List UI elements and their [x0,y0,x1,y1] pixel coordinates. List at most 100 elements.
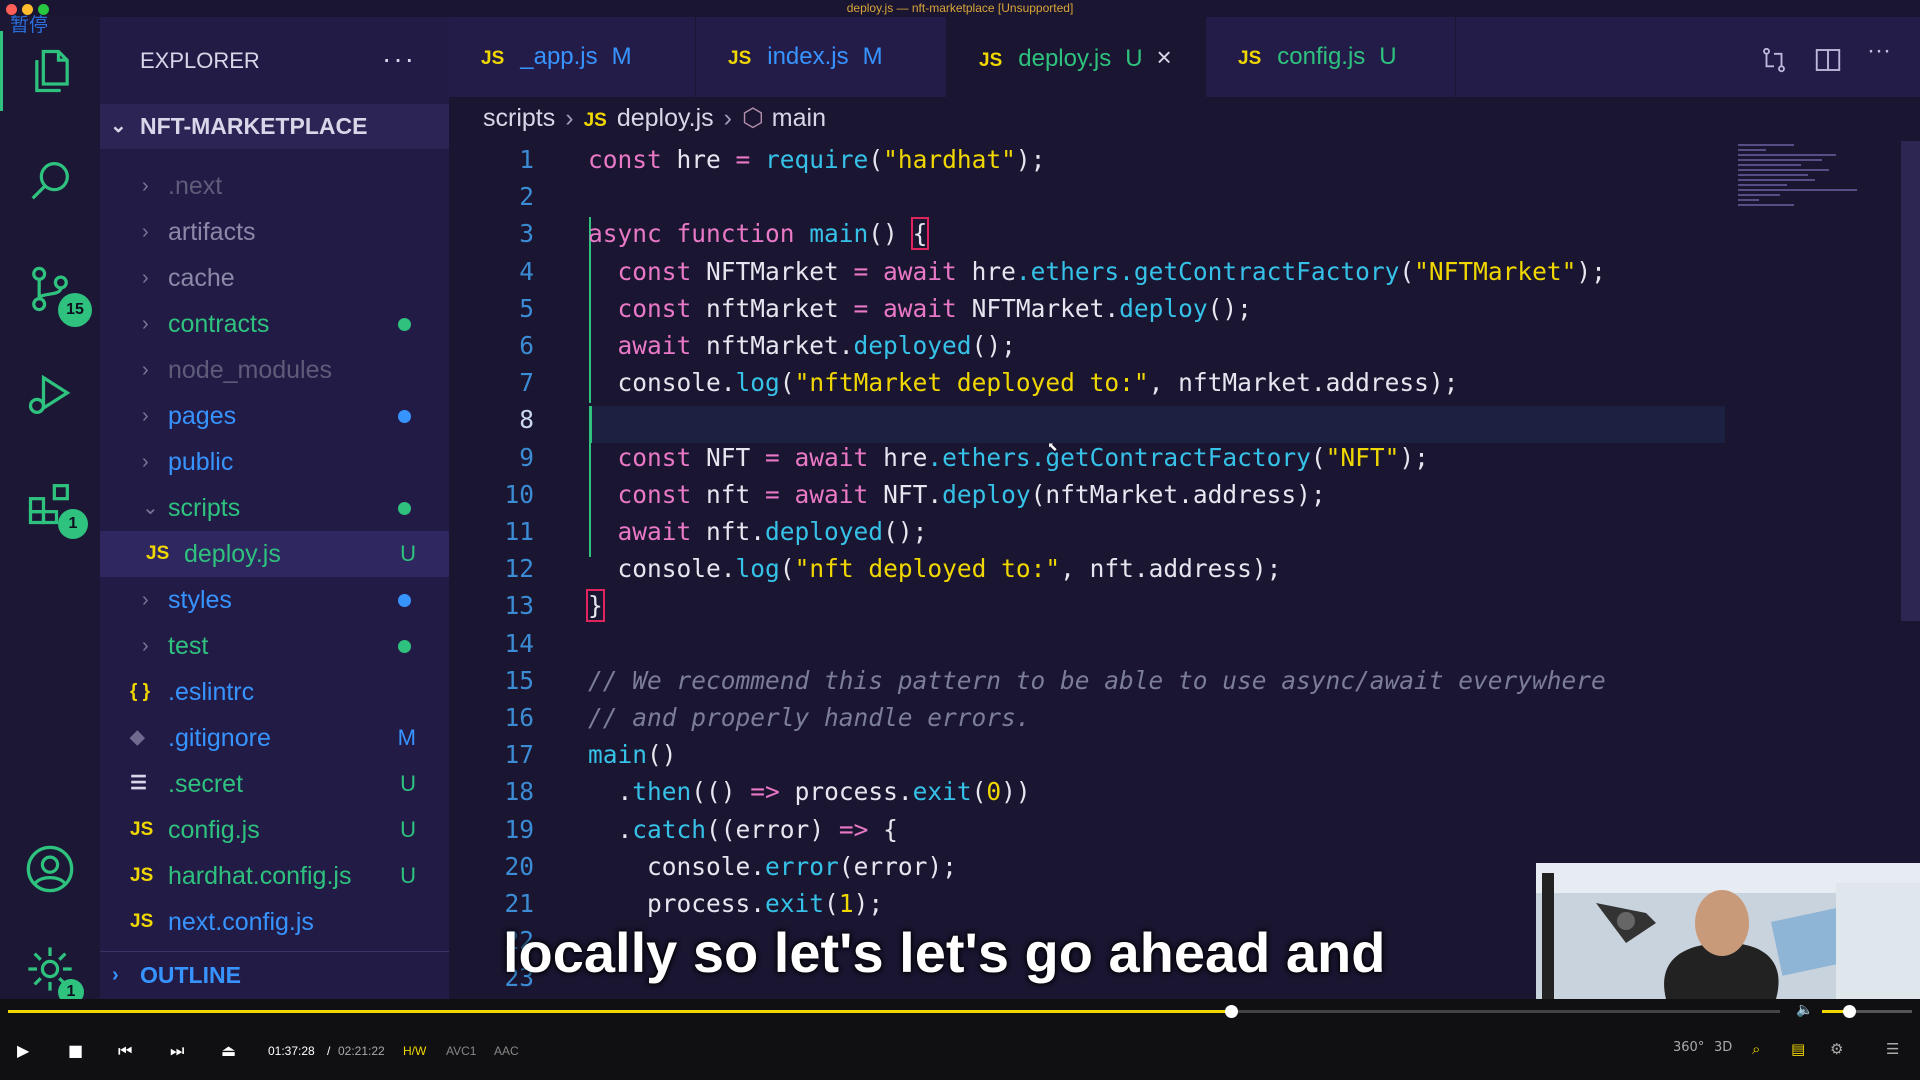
code-token: ); [927,851,957,881]
code-token: const [588,256,707,286]
code-token: console [588,368,721,398]
activity-explorer[interactable] [0,31,100,111]
chevron-right-icon: › [142,175,149,197]
settings-icon[interactable]: ⚙ [1830,1040,1843,1058]
file-tree-item[interactable]: ◆ .gitignore M [100,715,449,761]
previous-icon[interactable]: ⏮ [118,1041,132,1061]
minimap[interactable] [1738,141,1878,261]
tab-deploy-js[interactable]: JS deploy.js U × [947,17,1206,97]
account-icon [26,845,74,893]
code-token: NFTMarket [971,293,1105,323]
seek-handle[interactable] [1224,1005,1238,1018]
code-token: (() [691,777,751,807]
line-number: 8 [519,405,534,435]
line-number: 1 [519,145,534,174]
tab-status: U [1125,45,1143,72]
activity-manage[interactable]: 1 [0,929,100,1009]
code-token: )) [1001,777,1031,807]
compare-changes-icon[interactable] [1759,45,1789,75]
code-token: "nft deployed to:" [794,554,1061,584]
file-tree-item[interactable]: › test [100,623,449,669]
breadcrumb-folder[interactable]: scripts [483,104,555,132]
tab-config-js[interactable]: JS config.js U [1206,17,1456,97]
chevron-right-icon: › [142,267,149,289]
close-icon[interactable]: × [1157,42,1172,72]
code-token: ); [1251,554,1282,584]
tab-index-js[interactable]: JS index.js M [696,17,947,97]
next-icon[interactable]: ⏭ [170,1041,184,1061]
volume-handle[interactable] [1843,1005,1856,1018]
tab-status: M [862,43,883,70]
file-tree-item[interactable]: › styles [100,577,449,623]
code-token: = [765,442,795,472]
activity-source-control[interactable]: 15 [0,249,100,329]
file-tree-item[interactable]: { } .eslintrc [100,669,449,715]
code-token: nftMarket [706,331,839,360]
chevron-right-icon: › [142,451,149,473]
menu-icon[interactable]: ☰ [1886,1040,1899,1058]
vr-360-icon[interactable]: 360° [1673,1040,1704,1055]
file-tree-item[interactable]: JS next.config.js [100,899,449,945]
file-tree-item[interactable]: › cache [100,255,449,301]
explorer-more-button[interactable]: ··· [382,43,416,75]
title-bar: deploy.js — nft-marketplace [Unsupported… [0,0,1920,17]
file-tree-item[interactable]: › public [100,439,449,485]
code-token: await [883,293,972,323]
file-tree-item[interactable]: › .next [100,163,449,209]
play-icon[interactable]: ▶ [17,1041,29,1060]
file-tree-item[interactable]: JS hardhat.config.js U [100,853,449,899]
volume-icon[interactable]: 🔈 [1796,1002,1813,1018]
seek-bar[interactable] [8,1010,1780,1013]
file-tree-item[interactable]: JS deploy.js U [100,531,449,577]
file-tree-item[interactable]: › node_modules [100,347,449,393]
breadcrumb-file[interactable]: deploy.js [617,104,714,132]
js-file-icon: JS [728,48,752,69]
line-number: 2 [519,182,534,212]
code-text: async function main() { [588,215,930,252]
file-tree-item[interactable]: › contracts [100,301,449,347]
json-file-icon: { } [130,681,151,702]
split-editor-icon[interactable] [1813,45,1843,75]
js-file-icon: JS [1238,48,1262,69]
code-token: 1 [838,889,854,918]
code-token: exit [765,889,825,918]
vertical-scrollbar[interactable] [1901,141,1920,621]
file-tree-label: hardhat.config.js [168,862,352,890]
file-tree-item[interactable]: › pages [100,393,449,439]
file-tree-item[interactable]: ⌄ scripts [100,485,449,531]
3d-icon[interactable]: 3D [1714,1040,1732,1055]
stop-icon[interactable]: ■ [68,1041,83,1060]
line-number: 12 [504,554,534,584]
activity-accounts[interactable] [0,829,100,909]
activity-run-debug[interactable] [0,355,100,435]
code-token: async [588,219,677,249]
activity-search[interactable] [0,141,100,221]
js-file-icon: JS [583,110,607,131]
code-token: function [676,219,810,249]
file-tree-item[interactable]: JS config.js U [100,807,449,853]
file-tree-item[interactable]: ☰ .secret U [100,761,449,807]
search-subtitle-icon[interactable]: ⌕ [1752,1040,1760,1058]
code-text: process.exit(1); [588,885,883,922]
code-token: ( [971,777,987,807]
eject-icon[interactable]: ⏏ [221,1041,236,1060]
file-tree-item[interactable]: › artifacts [100,209,449,255]
breadcrumb-symbol[interactable]: main [772,104,826,132]
modified-dot-icon [398,640,411,653]
code-token: "NFT" [1325,442,1400,472]
video-subtitle: locally so let's let's go ahead and [503,921,1386,984]
code-token: . [750,889,766,918]
playlist-icon[interactable]: ▤ [1791,1040,1805,1058]
time-current: 01:37:28 [268,1044,315,1058]
code-token: await [883,256,972,286]
project-header[interactable]: ⌄ NFT-MARKETPLACE [100,104,449,149]
file-tree-label: pages [168,402,237,430]
more-actions-icon[interactable]: ··· [1867,37,1897,67]
volume-slider[interactable] [1822,1010,1912,1013]
code-token: NFT [883,479,928,509]
tab--app-js[interactable]: JS _app.js M [449,17,696,97]
activity-extensions[interactable]: 1 [0,463,100,543]
outline-section[interactable]: › OUTLINE [100,951,449,999]
code-token: .ethers. [927,442,1046,472]
code-text: const nft = await NFT.deploy(nftMarket.a… [588,476,1326,513]
